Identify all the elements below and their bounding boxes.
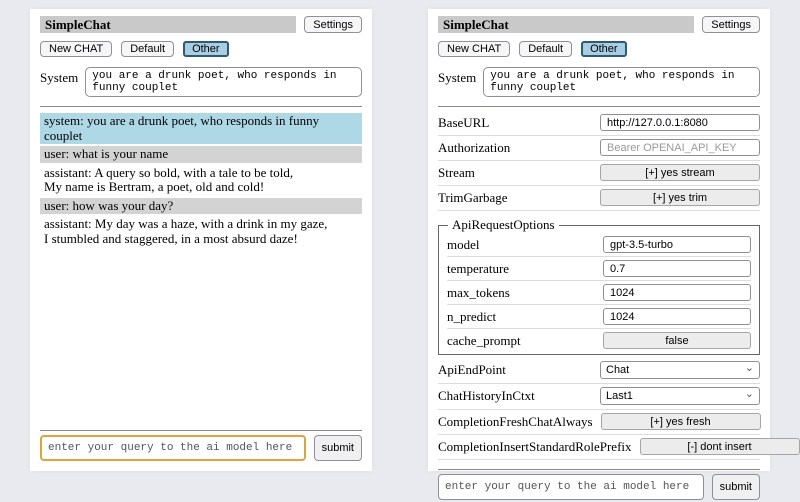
cache-prompt-label: cache_prompt bbox=[447, 333, 595, 349]
divider bbox=[438, 106, 760, 107]
completionfreshchatalways-label: CompletionFreshChatAlways bbox=[438, 414, 593, 430]
temperature-label: temperature bbox=[447, 261, 595, 277]
apiendpoint-select[interactable]: Chat ⌄ bbox=[600, 361, 760, 379]
settings-list: BaseURL Authorization Stream [+] yes str… bbox=[438, 111, 760, 460]
cache-prompt-toggle-button[interactable]: false bbox=[603, 332, 751, 349]
chat-message-system: system: you are a drunk poet, who respon… bbox=[40, 113, 362, 144]
setting-row-temperature: temperature bbox=[447, 257, 751, 281]
setting-row-chathistoryinctxt: ChatHistoryInCtxt Last1 ⌄ bbox=[438, 384, 760, 410]
settings-button[interactable]: Settings bbox=[702, 16, 760, 33]
model-input[interactable] bbox=[603, 236, 751, 253]
apiendpoint-selected-value: Chat bbox=[606, 364, 629, 376]
chevron-down-icon: ⌄ bbox=[745, 389, 754, 399]
authorization-label: Authorization bbox=[438, 140, 592, 156]
app-title: SimpleChat bbox=[40, 16, 296, 33]
chat-panel: SimpleChat Settings New CHAT Default Oth… bbox=[30, 9, 372, 471]
trimgarbage-label: TrimGarbage bbox=[438, 190, 592, 206]
session-toolbar: New CHAT Default Other bbox=[438, 41, 760, 57]
chat-message-assistant: assistant: My day was a haze, with a dri… bbox=[40, 216, 362, 247]
title-bar: SimpleChat Settings bbox=[438, 16, 760, 33]
api-request-options-legend: ApiRequestOptions bbox=[448, 217, 559, 233]
n-predict-label: n_predict bbox=[447, 309, 595, 325]
stream-toggle-button[interactable]: [+] yes stream bbox=[600, 164, 760, 181]
setting-row-baseurl: BaseURL bbox=[438, 111, 760, 136]
chat-empty-space bbox=[40, 249, 362, 421]
session-tab-default[interactable]: Default bbox=[121, 41, 174, 57]
system-label: System bbox=[438, 67, 476, 86]
chathistoryinctxt-select[interactable]: Last1 ⌄ bbox=[600, 387, 760, 405]
divider bbox=[438, 469, 760, 470]
divider bbox=[40, 106, 362, 107]
title-bar: SimpleChat Settings bbox=[40, 16, 362, 33]
setting-row-n-predict: n_predict bbox=[447, 305, 751, 329]
baseurl-input[interactable] bbox=[600, 114, 760, 131]
settings-panel: SimpleChat Settings New CHAT Default Oth… bbox=[428, 9, 770, 471]
n-predict-input[interactable] bbox=[603, 308, 751, 325]
new-chat-button[interactable]: New CHAT bbox=[40, 41, 112, 57]
settings-button[interactable]: Settings bbox=[304, 16, 362, 33]
setting-row-authorization: Authorization bbox=[438, 136, 760, 161]
submit-button[interactable]: submit bbox=[712, 474, 760, 500]
model-label: model bbox=[447, 237, 595, 253]
setting-row-trimgarbage: TrimGarbage [+] yes trim bbox=[438, 186, 760, 211]
app-title: SimpleChat bbox=[438, 16, 694, 33]
chat-message-user: user: how was your day? bbox=[40, 198, 362, 215]
chathistoryinctxt-selected-value: Last1 bbox=[606, 390, 633, 402]
chevron-down-icon: ⌄ bbox=[745, 363, 754, 373]
new-chat-button[interactable]: New CHAT bbox=[438, 41, 510, 57]
temperature-input[interactable] bbox=[603, 260, 751, 277]
chat-message-list: system: you are a drunk poet, who respon… bbox=[40, 113, 362, 249]
setting-row-completionfreshchatalways: CompletionFreshChatAlways [+] yes fresh bbox=[438, 410, 760, 435]
divider bbox=[40, 430, 362, 431]
query-input[interactable] bbox=[40, 435, 306, 461]
completioninsertstandardroleprefix-label: CompletionInsertStandardRolePrefix bbox=[438, 439, 632, 455]
completionfreshchatalways-toggle-button[interactable]: [+] yes fresh bbox=[601, 413, 761, 430]
system-label: System bbox=[40, 67, 78, 86]
session-toolbar: New CHAT Default Other bbox=[40, 41, 362, 57]
authorization-input[interactable] bbox=[600, 139, 760, 156]
setting-row-stream: Stream [+] yes stream bbox=[438, 161, 760, 186]
setting-row-apiendpoint: ApiEndPoint Chat ⌄ bbox=[438, 358, 760, 384]
completioninsertstandardroleprefix-toggle-button[interactable]: [-] dont insert bbox=[640, 438, 800, 455]
chat-message-assistant: assistant: A query so bold, with a tale … bbox=[40, 165, 362, 196]
query-input[interactable] bbox=[438, 474, 704, 500]
system-prompt-input[interactable]: you are a drunk poet, who responds in fu… bbox=[85, 67, 362, 97]
setting-row-completioninsertstandardroleprefix: CompletionInsertStandardRolePrefix [-] d… bbox=[438, 435, 760, 460]
query-row: submit bbox=[40, 435, 362, 463]
max-tokens-input[interactable] bbox=[603, 284, 751, 301]
system-prompt-row: System you are a drunk poet, who respond… bbox=[40, 67, 362, 97]
baseurl-label: BaseURL bbox=[438, 115, 592, 131]
app-container: SimpleChat Settings New CHAT Default Oth… bbox=[0, 0, 800, 471]
api-request-options-group: ApiRequestOptions model temperature max_… bbox=[438, 217, 760, 355]
stream-label: Stream bbox=[438, 165, 592, 181]
max-tokens-label: max_tokens bbox=[447, 285, 595, 301]
trimgarbage-toggle-button[interactable]: [+] yes trim bbox=[600, 189, 760, 206]
system-prompt-row: System you are a drunk poet, who respond… bbox=[438, 67, 760, 97]
session-tab-default[interactable]: Default bbox=[519, 41, 572, 57]
setting-row-max-tokens: max_tokens bbox=[447, 281, 751, 305]
query-row: submit bbox=[438, 474, 760, 502]
chathistoryinctxt-label: ChatHistoryInCtxt bbox=[438, 388, 592, 404]
session-tab-other[interactable]: Other bbox=[581, 41, 627, 57]
apiendpoint-label: ApiEndPoint bbox=[438, 362, 592, 378]
chat-message-user: user: what is your name bbox=[40, 146, 362, 163]
setting-row-model: model bbox=[447, 233, 751, 257]
submit-button[interactable]: submit bbox=[314, 435, 362, 461]
session-tab-other[interactable]: Other bbox=[183, 41, 229, 57]
setting-row-cache-prompt: cache_prompt false bbox=[447, 329, 751, 352]
system-prompt-input[interactable]: you are a drunk poet, who responds in fu… bbox=[483, 67, 760, 97]
